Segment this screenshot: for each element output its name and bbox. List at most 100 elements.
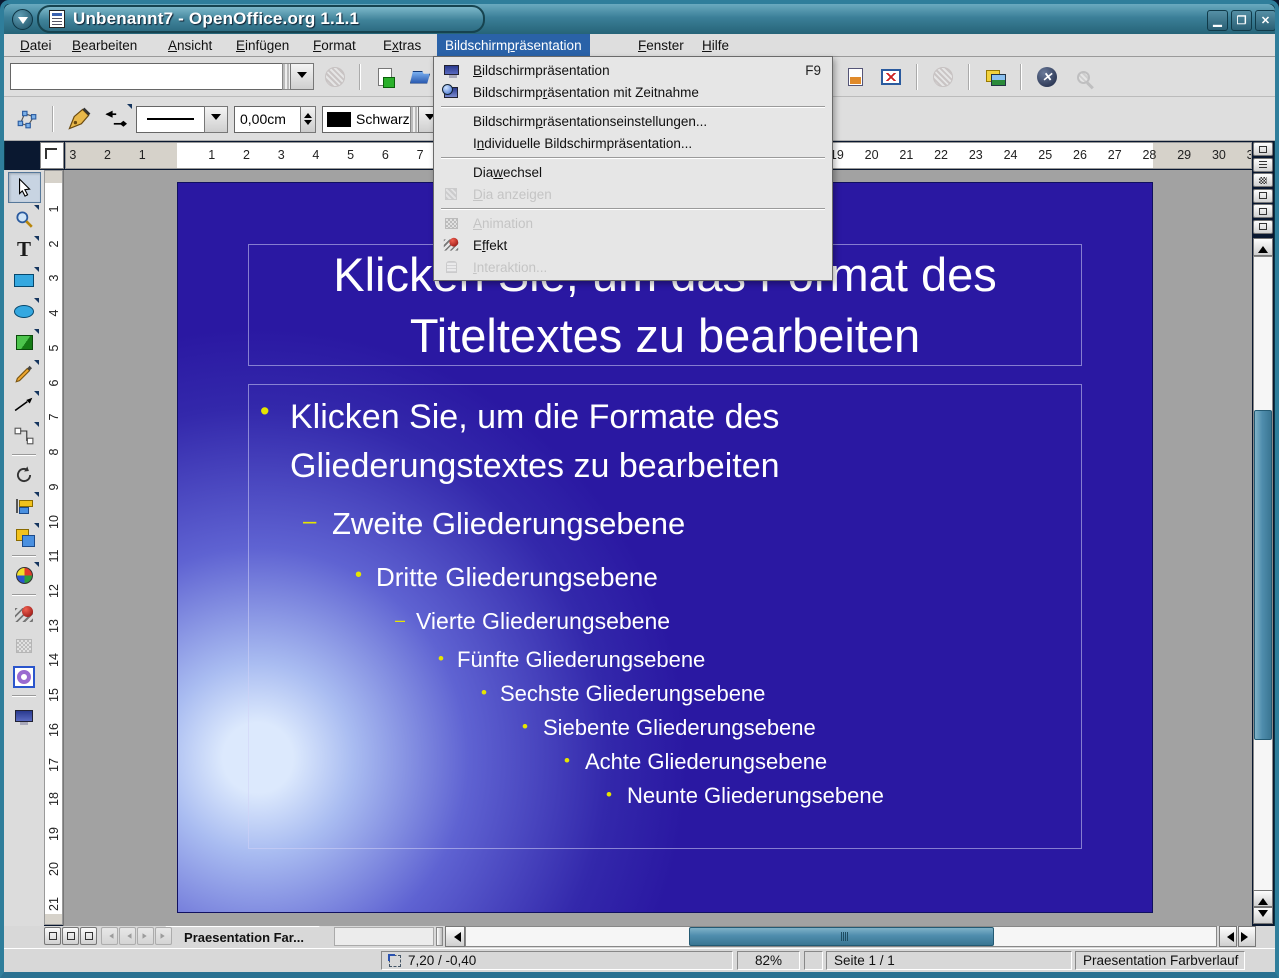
arrange-tool-button[interactable] — [8, 521, 41, 552]
rotate-icon — [13, 464, 35, 486]
pen-icon[interactable] — [64, 104, 94, 134]
menuitem-diawechsel[interactable]: Diawechsel — [435, 161, 831, 183]
line-style-combobox[interactable] — [136, 106, 228, 133]
splitter-handle[interactable] — [436, 927, 443, 946]
vertical-ruler[interactable]: 123456789101112131415161718192021 — [44, 170, 63, 925]
insert-tool-button[interactable] — [8, 560, 41, 591]
menu-datei[interactable]: Datei — [12, 34, 60, 56]
document-canvas[interactable]: Klicken Sie, um das Format des Titeltext… — [63, 170, 1252, 926]
select-tool-button[interactable] — [8, 172, 41, 203]
curve-tool-button[interactable] — [8, 358, 41, 389]
autopilot-icon[interactable] — [928, 62, 958, 92]
arrow-ends-icon[interactable] — [100, 104, 130, 134]
timer-icon — [441, 83, 461, 101]
tab-slide[interactable]: Praesentation Far... — [155, 926, 333, 947]
scroll-down-button[interactable] — [1253, 907, 1273, 924]
gallery-icon[interactable] — [980, 62, 1010, 92]
handout-view-button[interactable] — [1253, 204, 1273, 218]
layer-mode-button[interactable] — [80, 927, 97, 945]
ruler-label: 24 — [1004, 148, 1018, 162]
ruler-label: 29 — [1177, 148, 1191, 162]
drawing-view-button[interactable] — [1253, 142, 1273, 156]
menu-einf-gen[interactable]: Einfügen — [228, 34, 297, 56]
menu-hilfe[interactable]: Hilfe — [694, 34, 737, 56]
line-width-spinner[interactable]: 0,00cm — [234, 106, 316, 133]
outline-bullet-level-3: • — [355, 564, 362, 587]
ruler-label: 20 — [47, 862, 61, 876]
slide[interactable]: Klicken Sie, um das Format des Titeltext… — [177, 182, 1153, 913]
master-mode-button[interactable] — [62, 927, 79, 945]
effect-tool-button[interactable] — [8, 599, 41, 630]
3d-controller-tool-button[interactable] — [8, 661, 41, 692]
toolbar-separator — [12, 454, 36, 456]
rotate-tool-button[interactable] — [8, 459, 41, 490]
vertical-scrollbar[interactable] — [1253, 256, 1273, 924]
menu-bildschirmpr-sentation[interactable]: Bildschirmpräsentation — [437, 34, 590, 56]
ruler-label: 4 — [312, 148, 319, 162]
start-presentation-button[interactable] — [1253, 220, 1273, 234]
status-zoom[interactable]: 82% — [737, 951, 800, 970]
slide-view-button[interactable] — [1253, 173, 1273, 187]
line-width-value[interactable]: 0,00cm — [234, 106, 300, 133]
url-combobox[interactable] — [10, 63, 314, 90]
ruler-label: 3 — [278, 148, 285, 162]
menu-extras[interactable]: Extras — [375, 34, 429, 56]
outline-view-button[interactable] — [1253, 158, 1273, 172]
menuitem-label: Animation — [473, 216, 533, 231]
open-icon[interactable] — [405, 62, 435, 92]
zoom-tool-button[interactable] — [8, 203, 41, 234]
stop-icon[interactable] — [320, 62, 350, 92]
ellipse-tool-button[interactable] — [8, 296, 41, 327]
horizontal-scrollbar-thumb[interactable] — [689, 927, 994, 946]
line-tool-button[interactable] — [8, 389, 41, 420]
ruler-origin-box[interactable] — [40, 142, 64, 169]
menuitem-bildschirmpr-sentationseinstellungen[interactable]: Bildschirmpräsentationseinstellungen... — [435, 110, 831, 132]
3d-object-tool-button[interactable] — [8, 327, 41, 358]
text-tool-button[interactable]: T — [8, 234, 41, 265]
vertical-scrollbar-thumb[interactable] — [1254, 410, 1272, 740]
status-style[interactable]: Praesentation Farbverlauf — [1075, 951, 1245, 970]
line-width-spin-buttons[interactable] — [300, 106, 316, 133]
minimize-button[interactable]: ▁ — [1207, 10, 1228, 31]
window-menu-button[interactable] — [12, 9, 33, 30]
scroll-up-button[interactable] — [1253, 238, 1273, 256]
new-document-icon[interactable] — [370, 62, 400, 92]
menu-format[interactable]: Format — [305, 34, 364, 56]
rectangle-tool-button[interactable] — [8, 265, 41, 296]
ruler-label: 9 — [47, 483, 61, 490]
line-style-dropdown-button[interactable] — [204, 106, 228, 133]
connector-tool-button[interactable] — [8, 420, 41, 451]
scroll-left-button-2[interactable] — [1219, 926, 1237, 947]
presentation-tool-button[interactable] — [8, 700, 41, 731]
animation-tool-button[interactable] — [8, 630, 41, 661]
ruler-label: 23 — [969, 148, 983, 162]
ruler-label: 1 — [47, 206, 61, 213]
line-color-combobox[interactable]: Schwarz — [322, 106, 442, 133]
outline-text-level-2: Zweite Gliederungsebene — [332, 506, 685, 542]
scroll-right-button[interactable] — [1238, 926, 1256, 947]
scroll-left-button[interactable] — [445, 926, 465, 947]
zoom-fit-icon[interactable] — [876, 62, 906, 92]
menu-fenster[interactable]: Fenster — [630, 34, 692, 56]
ruler-label: 18 — [47, 792, 61, 806]
horizontal-scrollbar[interactable] — [465, 926, 1217, 947]
ruler-label: 14 — [47, 654, 61, 668]
search-icon[interactable] — [1068, 62, 1098, 92]
url-dropdown-button[interactable] — [290, 63, 314, 90]
page-mode-button[interactable] — [44, 927, 61, 945]
menuitem-bildschirmpr-sentation[interactable]: BildschirmpräsentationF9 — [435, 59, 831, 81]
paste-icon[interactable] — [840, 62, 870, 92]
menuitem-bildschirmpr-sentation-mit-zeitnahme[interactable]: Bildschirmpräsentation mit Zeitnahme — [435, 81, 831, 103]
maximize-button[interactable]: ❐ — [1231, 10, 1252, 31]
menuitem-effekt[interactable]: Effekt — [435, 234, 831, 256]
edit-points-icon[interactable] — [12, 104, 42, 134]
navigator-icon[interactable] — [1032, 62, 1062, 92]
scroll-up-button-2[interactable] — [1253, 890, 1273, 907]
close-button[interactable]: ✕ — [1255, 10, 1275, 31]
notes-view-button[interactable] — [1253, 189, 1273, 203]
menu-ansicht[interactable]: Ansicht — [160, 34, 220, 56]
url-input[interactable] — [10, 63, 282, 90]
alignment-tool-button[interactable] — [8, 490, 41, 521]
menu-bearbeiten[interactable]: Bearbeiten — [64, 34, 145, 56]
menuitem-individuelle-bildschirmpr-sentation[interactable]: Individuelle Bildschirmpräsentation... — [435, 132, 831, 154]
